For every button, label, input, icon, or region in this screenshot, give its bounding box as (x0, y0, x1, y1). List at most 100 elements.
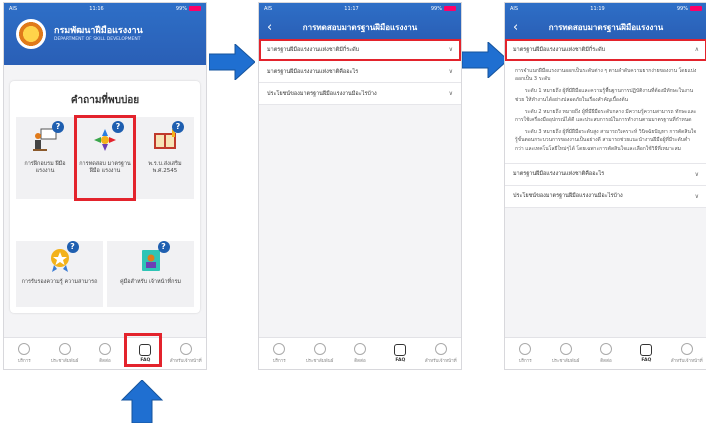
tab-services[interactable]: บริการ (261, 343, 297, 364)
tab-news[interactable]: ประชาสัมพันธ์ (548, 343, 584, 364)
tab-label: บริการ (518, 359, 532, 364)
accordion-item-expanded[interactable]: มาตรฐานฝีมือแรงงานแห่งชาติมีกี่ระดับ ∧ (505, 39, 706, 61)
tab-label: สำหรับเจ้าหน้าที่ (670, 359, 703, 364)
megaphone-icon (58, 343, 71, 355)
law-book-icon: ? (152, 121, 184, 153)
nav-bar: ‹ การทดสอบมาตรฐานฝีมือแรงงาน (259, 15, 461, 39)
battery-icon (690, 6, 702, 11)
back-arrow-icon[interactable]: ‹ (267, 20, 285, 35)
answer-paragraph: การจำแนกฝีมือแรงงานออกเป็นระดับต่าง ๆ ตา… (515, 68, 697, 83)
accordion-item[interactable]: ประโยชน์ของมาตรฐานฝีมือแรงงานมีอะไรบ้าง ∨ (259, 83, 461, 105)
accordion-item[interactable]: มาตรฐานฝีมือแรงงานแห่งชาติคืออะไร ∨ (505, 163, 706, 186)
tab-services[interactable]: บริการ (6, 343, 42, 364)
time-label: 11:17 (344, 6, 359, 12)
accordion-item-label: มาตรฐานฝีมือแรงงานแห่งชาติมีกี่ระดับ (513, 46, 606, 53)
faq-card: คำถามที่พบบ่อย ? การฝึกอบรม ฝีมือแรงงาน … (10, 81, 200, 313)
faq-tile-staff-manual[interactable]: ? คู่มือสำหรับ เจ้าหน้าที่กรม (107, 241, 194, 307)
faq-tile-skill-standard[interactable]: ? การทดสอบ มาตรฐานฝีมือ แรงงาน (74, 115, 136, 201)
page-title: การทดสอบมาตรฐานฝีมือแรงงาน (548, 22, 664, 32)
faq-category-grid-row2: ? การรับรองความรู้ ความสามารถ ? คู่มือสำ… (16, 241, 194, 307)
tab-staff[interactable]: สำหรับเจ้าหน้าที่ (669, 343, 705, 364)
tab-label: ประชาสัมพันธ์ (551, 359, 580, 364)
tab-news[interactable]: ประชาสัมพันธ์ (47, 343, 83, 364)
carrier-label: AIS (510, 6, 519, 12)
tab-label: FAQ (641, 358, 652, 363)
faq-accordion: มาตรฐานฝีมือแรงงานแห่งชาติมีกี่ระดับ ∧ กา… (505, 39, 706, 208)
faq-category-grid: ? การฝึกอบรม ฝีมือแรงงาน ? การทดสอบ มาตร… (16, 115, 194, 201)
org-name-thai: กรมพัฒนาฝีมือแรงงาน (54, 26, 143, 36)
accordion-item[interactable]: มาตรฐานฝีมือแรงงานแห่งชาติมีกี่ระดับ ∨ (259, 39, 461, 61)
tile-label: การทดสอบ มาตรฐานฝีมือ แรงงาน (79, 161, 131, 174)
accordion-item-label: มาตรฐานฝีมือแรงงานแห่งชาติคืออะไร (513, 171, 605, 178)
question-badge-icon: ? (66, 241, 79, 253)
accordion-item[interactable]: ประโยชน์ของมาตรฐานฝีมือแรงงานมีอะไรบ้าง ∨ (505, 185, 706, 208)
tab-label: ติดต่อ (354, 359, 366, 364)
arrow-right-icon (209, 44, 255, 80)
tab-label: ติดต่อ (99, 359, 111, 364)
battery-icon (444, 6, 456, 11)
tab-staff[interactable]: สำหรับเจ้าหน้าที่ (423, 343, 459, 364)
back-arrow-icon[interactable]: ‹ (513, 20, 531, 35)
answer-paragraph: ระดับ 2 หมายถึง หมายถึง ผู้ที่มีฝีมือระด… (515, 108, 697, 124)
megaphone-icon (559, 343, 572, 355)
accordion-item-label: ประโยชน์ของมาตรฐานฝีมือแรงงานมีอะไรบ้าง (513, 193, 623, 200)
org-name-english: DEPARTMENT OF SKILL DEVELOPMENT (54, 37, 141, 42)
page-title: การทดสอบมาตรฐานฝีมือแรงงาน (302, 22, 418, 32)
question-badge-icon: ? (172, 121, 184, 133)
status-bar: AIS 11:17 99% (259, 3, 461, 15)
faq-tile-law[interactable]: ? พ.ร.บ.ส่งเสริม พ.ศ.2545 (136, 117, 194, 199)
tile-label: คู่มือสำหรับ เจ้าหน้าที่กรม (119, 279, 182, 285)
phone-icon (599, 343, 612, 355)
chevron-down-icon: ∨ (448, 46, 453, 53)
phone-screen-skill-standard-faq: AIS 11:17 99% ‹ การทดสอบมาตรฐานฝีมือแรงง… (258, 2, 462, 370)
chevron-down-icon: ∨ (694, 170, 699, 178)
question-badge-icon: ? (52, 121, 64, 133)
tab-contact[interactable]: ติดต่อ (87, 343, 123, 364)
phone-screen-faq-home: AIS 11:16 99% กรมพัฒนาฝีมือแรงงาน DEPART… (3, 2, 207, 370)
arrow-up-icon (120, 380, 164, 423)
tab-contact[interactable]: ติดต่อ (588, 343, 624, 364)
question-badge-icon: ? (112, 121, 124, 133)
app-header: AIS 11:17 99% ‹ การทดสอบมาตรฐานฝีมือแรงง… (259, 3, 461, 39)
tab-label: FAQ (395, 358, 406, 363)
certificate-icon: ? (47, 241, 79, 273)
chevron-down-icon: ∨ (448, 90, 453, 97)
tab-label: บริการ (17, 359, 31, 364)
staff-icon (179, 343, 192, 355)
battery-label: 99% (676, 6, 688, 12)
arrow-right-icon (462, 42, 508, 78)
phone-icon (98, 343, 111, 355)
skill-standard-icon: ? (92, 121, 124, 153)
globe-icon (18, 343, 31, 355)
battery-indicator: 99% (677, 6, 702, 12)
status-bar: AIS 11:16 99% (4, 3, 206, 15)
bottom-tab-bar: บริการ ประชาสัมพันธ์ ติดต่อ FAQ สำหรับเจ… (505, 337, 706, 369)
staff-icon (680, 343, 693, 355)
faq-tile-certification[interactable]: ? การรับรองความรู้ ความสามารถ (16, 241, 103, 307)
app-header: AIS 11:19 99% ‹ การทดสอบมาตรฐานฝีมือแรงง… (505, 3, 706, 39)
battery-indicator: 99% (176, 6, 201, 12)
battery-label: 99% (175, 6, 187, 12)
tab-staff[interactable]: สำหรับเจ้าหน้าที่ (168, 343, 204, 364)
faq-tile-training[interactable]: ? การฝึกอบรม ฝีมือแรงงาน (16, 117, 74, 199)
tab-label: สำหรับเจ้าหน้าที่ (424, 359, 457, 364)
time-label: 11:16 (89, 6, 104, 12)
tab-faq[interactable]: FAQ (382, 344, 418, 363)
faq-tab-highlight (124, 333, 162, 367)
tab-contact[interactable]: ติดต่อ (342, 343, 378, 364)
app-header: AIS 11:16 99% กรมพัฒนาฝีมือแรงงาน DEPART… (4, 3, 206, 65)
globe-icon (519, 343, 532, 355)
carrier-label: AIS (264, 6, 273, 12)
answer-paragraph: ระดับ 3 หมายถึง ผู้ที่มีฝีมือระดับสูง สา… (515, 129, 697, 152)
battery-indicator: 99% (431, 6, 456, 12)
tab-services[interactable]: บริการ (507, 343, 543, 364)
accordion-answer: การจำแนกฝีมือแรงงานออกเป็นระดับต่าง ๆ ตา… (505, 61, 706, 164)
time-label: 11:19 (590, 6, 605, 12)
bottom-tab-bar: บริการ ประชาสัมพันธ์ ติดต่อ FAQ สำหรับเจ… (4, 337, 206, 369)
trainer-icon: ? (32, 121, 64, 153)
tile-label: พ.ร.บ.ส่งเสริม พ.ศ.2545 (148, 161, 182, 174)
tab-faq[interactable]: FAQ (628, 344, 664, 363)
tab-label: ประชาสัมพันธ์ (50, 359, 79, 364)
accordion-item[interactable]: มาตรฐานฝีมือแรงงานแห่งชาติคืออะไร ∨ (259, 61, 461, 83)
tab-news[interactable]: ประชาสัมพันธ์ (302, 343, 338, 364)
